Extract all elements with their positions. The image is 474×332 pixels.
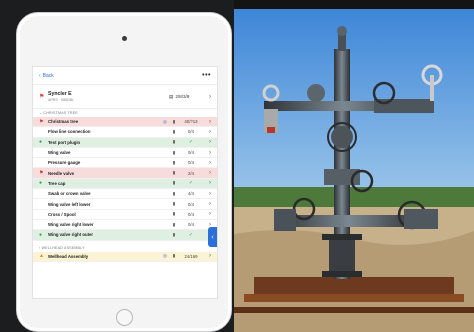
list-item-value: 0/4 xyxy=(188,211,194,217)
list-item-value: 0/4 xyxy=(188,129,194,135)
status-dot-icon: ● xyxy=(39,231,43,238)
info-icon[interactable]: ◎ xyxy=(161,119,169,125)
wellhead-photo xyxy=(234,9,474,332)
list-item[interactable]: Wing valve ▮ 0/4 › xyxy=(33,148,217,159)
list-item[interactable]: Cross / Spool ▮ 0/4 › xyxy=(33,210,217,220)
list-item-label: Tree cap xyxy=(48,180,66,186)
trash-icon[interactable]: ▮ xyxy=(169,180,179,186)
list-item-label: Needle valve xyxy=(48,170,75,176)
more-menu-button[interactable]: ••• xyxy=(202,72,211,79)
chevron-right-icon: › xyxy=(209,201,211,208)
app-screen: ‹ Back ••• ⚑ Syncler E APRS · 985DBL ▤ 2… xyxy=(32,66,218,299)
list-item[interactable]: ▲ Wellhead Assembly ◎ ▮ 24/169 › xyxy=(33,251,217,262)
chevron-right-icon: › xyxy=(209,253,211,260)
trash-icon[interactable]: ▮ xyxy=(169,222,179,228)
top-bar: ‹ Back ••• xyxy=(33,67,217,85)
chevron-right-icon: › xyxy=(209,211,211,218)
list-item-value: 4/4 xyxy=(188,191,194,197)
list-item-label: Christmas tree xyxy=(48,119,79,125)
list-item-label: Wing valve right outer xyxy=(48,232,94,238)
trash-icon[interactable]: ▮ xyxy=(169,150,179,156)
collapse-panel-button[interactable]: ‹ xyxy=(208,227,217,247)
list-item-value: 24/169 xyxy=(184,253,198,259)
chevron-right-icon: › xyxy=(209,118,211,125)
trash-icon[interactable]: ▮ xyxy=(169,119,179,125)
list-item-value: 40/?13 xyxy=(184,119,198,125)
photo-frame-top xyxy=(234,0,474,9)
warning-icon: ▲ xyxy=(39,253,44,260)
trash-icon[interactable]: ▮ xyxy=(169,191,179,197)
trash-icon[interactable]: ▮ xyxy=(169,201,179,207)
list-item-value: 0/4 xyxy=(188,222,194,228)
list-item-value: 0/4 xyxy=(188,201,194,207)
chevron-right-icon: › xyxy=(209,139,211,146)
list-item-label: Wing valve left lower xyxy=(48,201,91,207)
tablet-device: ‹ Back ••• ⚑ Syncler E APRS · 985DBL ▤ 2… xyxy=(16,12,232,332)
chevron-right-icon: › xyxy=(209,128,211,135)
section-header: ⌄ CHRISTMAS TREE xyxy=(39,111,78,115)
chevron-right-icon: › xyxy=(209,170,211,177)
chevron-left-icon: ‹ xyxy=(39,72,41,79)
list-item-label: Wing valve right lower xyxy=(48,222,94,228)
list-item-label: Cross / Spool xyxy=(48,211,76,217)
list-item[interactable]: Wing valve left lower ▮ 0/4 › xyxy=(33,199,217,210)
list-item[interactable]: ● Tree cap ▮ ✓ › xyxy=(33,178,217,190)
calendar-icon: ▤ xyxy=(169,93,174,99)
trash-icon[interactable]: ▮ xyxy=(169,139,179,145)
info-icon[interactable]: ◎ xyxy=(161,253,169,259)
asset-count: ▤ 2/8/3/8 xyxy=(169,93,190,100)
list-item-label: Test port plugin xyxy=(48,139,81,145)
trash-icon[interactable]: ▮ xyxy=(169,253,179,259)
trash-icon[interactable]: ▮ xyxy=(169,160,179,166)
chevron-right-icon: › xyxy=(209,190,211,197)
list-item-value: 0/4 xyxy=(188,150,194,156)
status-dot-icon: ● xyxy=(39,139,43,146)
list-item[interactable]: ⚑ Christmas tree ◎ ▮ 40/?13 › xyxy=(33,117,217,128)
flag-icon: ⚑ xyxy=(39,118,44,125)
list-item[interactable]: Flow line connection ▮ 0/4 › xyxy=(33,127,217,138)
flag-icon: ⚑ xyxy=(39,94,45,100)
flag-icon: ⚑ xyxy=(39,170,44,177)
list-item-label: Swab or crown valve xyxy=(48,191,91,197)
chevron-right-icon: › xyxy=(209,180,211,187)
chevron-right-icon: › xyxy=(209,149,211,156)
christmas-tree-photo xyxy=(234,9,474,332)
asset-header[interactable]: ⚑ Syncler E APRS · 985DBL ▤ 2/8/3/8 › xyxy=(33,85,217,109)
component-list: ⚑ Christmas tree ◎ ▮ 40/?13 › Flow line connec… xyxy=(33,117,217,241)
chevron-right-icon: › xyxy=(209,93,211,100)
section-header: › WELLHEAD ASSEMBLY xyxy=(39,245,85,250)
home-button[interactable] xyxy=(116,309,133,326)
list-item-label: Wellhead Assembly xyxy=(48,253,89,259)
list-item[interactable]: ●Wing valve right outer▮✓› xyxy=(33,230,217,241)
list-item-value: 0/4 xyxy=(188,160,194,166)
asset-name: Syncler E xyxy=(48,91,72,97)
list-item[interactable]: ⚑ Needle valve ▮ 2/4 › xyxy=(33,168,217,179)
list-item-value: ✓ xyxy=(188,139,194,146)
list-item-label: Wing valve xyxy=(48,150,71,156)
list-item[interactable]: ● Test port plugin ▮ ✓ › xyxy=(33,137,217,148)
trash-icon[interactable]: ▮ xyxy=(169,211,179,217)
list-item[interactable]: Pressure gauge ▮ 0/4 › xyxy=(33,158,217,169)
trash-icon[interactable]: ▮ xyxy=(169,129,179,135)
chevron-right-icon: › xyxy=(209,159,211,166)
status-dot-icon: ● xyxy=(39,180,43,187)
back-button[interactable]: ‹ Back xyxy=(39,73,54,79)
camera-icon xyxy=(122,36,127,41)
asset-subtitle: APRS · 985DBL xyxy=(48,98,74,102)
trash-icon[interactable]: ▮ xyxy=(169,232,179,238)
list-item-value: ✓ xyxy=(188,231,194,238)
list-item[interactable]: Wing valve right lower ▮ 0/4 › xyxy=(33,220,217,231)
list-item-label: Pressure gauge xyxy=(48,160,81,166)
list-item[interactable]: Swab or crown valve ▮ 4/4 › xyxy=(33,189,217,200)
list-item-value: 2/4 xyxy=(188,170,194,176)
trash-icon[interactable]: ▮ xyxy=(169,170,179,176)
list-item-value: ✓ xyxy=(188,180,194,187)
list-item-label: Flow line connection xyxy=(48,129,91,135)
